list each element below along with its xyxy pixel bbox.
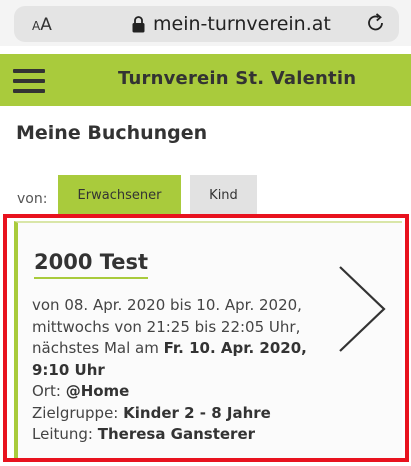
lock-icon — [132, 15, 145, 33]
url-text: mein-turnverein.at — [153, 13, 331, 35]
browser-toolbar: AA mein-turnverein.at — [0, 0, 411, 46]
booking-details: von 08. Apr. 2020 bis 10. Apr. 2020, mit… — [32, 295, 332, 446]
reload-icon[interactable] — [365, 12, 387, 34]
location-label: Ort: — [32, 382, 66, 400]
next-session-prefix: nächstes Mal am — [32, 339, 164, 357]
next-session-date: Fr. 10. Apr. 2020, — [163, 339, 307, 357]
text-size-button[interactable]: AA — [32, 15, 52, 35]
leader-value: Theresa Gansterer — [97, 425, 256, 443]
page-title: Meine Buchungen — [16, 122, 208, 144]
hamburger-menu-icon[interactable] — [13, 69, 45, 93]
filter-label: von: — [17, 191, 48, 207]
app-header: Turnverein St. Valentin — [0, 54, 411, 106]
tab-kind[interactable]: Kind — [190, 175, 257, 215]
target-group-line: Zielgruppe: Kinder 2 - 8 Jahre — [32, 403, 332, 425]
chevron-right-icon[interactable] — [336, 263, 388, 355]
date-range: von 08. Apr. 2020 bis 10. Apr. 2020, — [32, 296, 302, 314]
target-group-label: Zielgruppe: — [32, 403, 124, 422]
app-title: Turnverein St. Valentin — [118, 68, 357, 89]
next-session-time-line: 9:10 Uhr — [32, 360, 332, 382]
schedule: mittwochs von 21:25 bis 22:05 Uhr, — [32, 317, 301, 336]
leader-label: Leitung: — [32, 425, 98, 443]
course-title: 2000 Test — [34, 250, 149, 279]
member-filter: von: Erwachsener Kind — [0, 175, 411, 215]
text-size-small-glyph: A — [32, 19, 41, 33]
address-bar[interactable]: AA mein-turnverein.at — [14, 6, 399, 42]
booking-card[interactable]: 2000 Test von 08. Apr. 2020 bis 10. Apr.… — [14, 221, 402, 458]
url-display[interactable]: mein-turnverein.at — [132, 13, 331, 35]
location-value: @Home — [65, 382, 130, 400]
next-session-time: 9:10 Uhr — [32, 360, 105, 379]
next-session: nächstes Mal am Fr. 10. Apr. 2020, — [32, 338, 332, 360]
target-group-value: Kinder 2 - 8 Jahre — [123, 403, 271, 422]
location-line: Ort: @Home — [32, 381, 332, 403]
leader-line: Leitung: Theresa Gansterer — [32, 424, 332, 446]
tab-erwachsener[interactable]: Erwachsener — [58, 175, 181, 215]
text-size-large-glyph: A — [40, 15, 52, 35]
